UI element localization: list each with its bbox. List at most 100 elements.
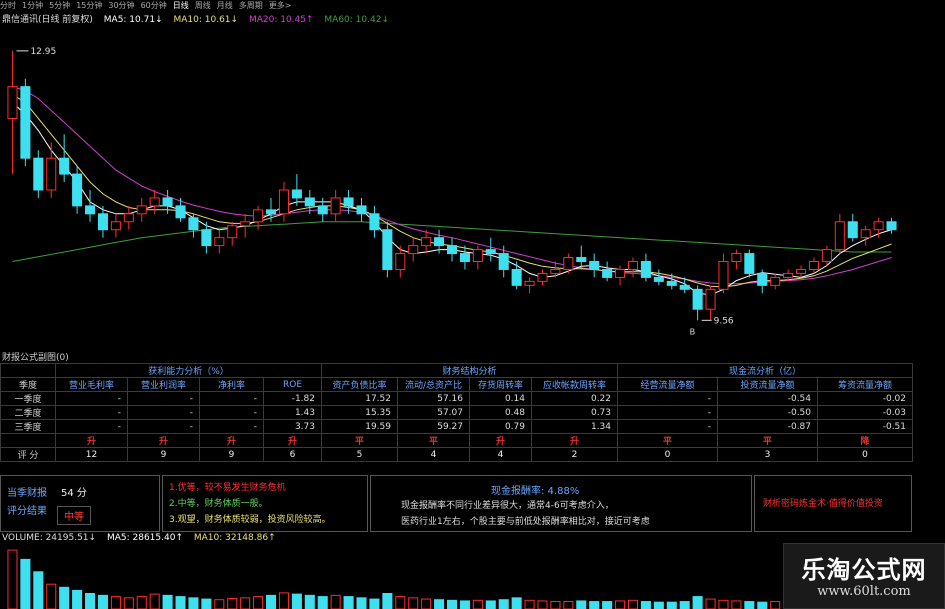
volume-bar xyxy=(653,601,664,609)
candle-body xyxy=(576,257,587,263)
column-header: 经营流量净额 xyxy=(617,377,719,392)
candle-body xyxy=(214,237,225,247)
candle-body xyxy=(343,197,354,207)
volume-bar xyxy=(421,598,432,609)
volume-bar xyxy=(537,600,548,609)
buy-marker: B xyxy=(690,327,696,336)
row-header-label: 季度 xyxy=(0,377,56,392)
volume-bar xyxy=(640,601,651,609)
period-tab[interactable]: 日线 xyxy=(173,1,189,10)
volume-bar xyxy=(149,593,160,609)
period-tab[interactable]: 1分钟 xyxy=(22,1,43,10)
period-tab[interactable]: 月线 xyxy=(217,1,233,10)
trend-cell: 平 xyxy=(397,433,470,448)
volume-bar xyxy=(175,596,186,609)
candlestick-chart[interactable]: 12.95 9.56 B xyxy=(0,25,912,347)
candle-body xyxy=(770,276,781,286)
column-header: 应收帐款周转率 xyxy=(530,377,619,392)
table-cell: - xyxy=(55,419,128,434)
ma60-label: MA60: 10.42↓ xyxy=(324,15,389,25)
volume-bar xyxy=(731,600,742,609)
table-row: 一季度 - - - -1.82 17.52 57.16 0.14 0.22- -0.54 -0.02 xyxy=(0,391,914,406)
volume-bar xyxy=(201,598,212,609)
candle-body xyxy=(149,197,160,207)
table-cell: - xyxy=(617,405,719,420)
volume-bar xyxy=(7,549,18,609)
period-tab[interactable]: 多周期 xyxy=(239,1,263,10)
table-cell: -0.03 xyxy=(817,405,914,420)
period-tab[interactable]: 15分钟 xyxy=(76,1,102,10)
table-row: 二季度 - - -1.43 15.35 57.07 0.48 0.73- -0.50 -0.03 xyxy=(0,405,914,420)
candle-body xyxy=(692,288,703,310)
vol-ma10-label: MA10: 32148.86↑ xyxy=(193,533,276,543)
table-cell: - xyxy=(127,419,200,434)
volume-bar xyxy=(434,599,445,609)
period-tab[interactable]: 分时 xyxy=(0,1,16,10)
candle-body xyxy=(317,205,328,215)
table-cell: - xyxy=(617,419,719,434)
volume-bar xyxy=(265,594,277,609)
volume-bar xyxy=(770,601,781,609)
candle-body xyxy=(356,205,367,215)
table-cell: - xyxy=(199,419,264,434)
volume-bar xyxy=(382,593,393,609)
candle-body xyxy=(240,221,251,227)
candle-body xyxy=(382,229,393,270)
summary-area: 当季财报 54 分 评分结果 中等 1.优等，较不易发生财务危机 2.中等，财务… xyxy=(0,475,912,532)
score-cell: 12 xyxy=(55,447,128,462)
candle-body xyxy=(886,221,897,231)
column-header: 净利率 xyxy=(199,377,264,392)
period-tab[interactable]: 60分钟 xyxy=(141,1,167,10)
ma20-label: MA20: 10.45↑ xyxy=(248,15,314,25)
volume-bar xyxy=(459,600,470,609)
volume-bar xyxy=(136,596,147,609)
volume-bar xyxy=(97,594,108,609)
period-tab[interactable]: 更多> xyxy=(269,1,292,10)
candle-body xyxy=(459,253,470,263)
column-header: 流动/总资产比 xyxy=(397,377,470,392)
candle-body xyxy=(705,288,716,310)
period-tab[interactable]: 30分钟 xyxy=(108,1,134,10)
period-tab[interactable]: 周线 xyxy=(195,1,211,10)
rating-notes-box: 1.优等，较不易发生财务危机 2.中等，财务体质一般。 3.观望，财务体质较弱，… xyxy=(162,475,368,532)
ma5-label: MA5: 10.71↓ xyxy=(103,15,163,25)
volume-bar xyxy=(744,601,755,609)
volume-bar xyxy=(72,589,83,609)
ma10-label: MA10: 10.61↓ xyxy=(173,15,239,25)
table-cell: - xyxy=(127,391,200,406)
table-cell: 59.27 xyxy=(397,419,470,434)
volume-bar xyxy=(162,594,173,609)
candle-body xyxy=(446,245,458,255)
table-row: 三季度 - - -3.73 19.59 59.27 0.79 1.34- -0.87 -0.51 xyxy=(0,419,914,434)
trend-row: 升升升升平平升升平平降 xyxy=(0,433,914,448)
table-cell: - xyxy=(55,405,128,420)
volume-bar xyxy=(123,597,134,609)
total-label: 当季财报 xyxy=(7,488,47,499)
cash-line-2: 医药行业1左右，个股主要与前低处报酬率相比对，接近可考虑 xyxy=(401,517,650,527)
score-cell: 0 xyxy=(617,447,719,462)
column-header: 存货周转率 xyxy=(469,377,532,392)
quarter-label: 二季度 xyxy=(0,405,56,420)
trend-cell: 平 xyxy=(617,433,719,448)
low-price-label: 9.56 xyxy=(714,316,734,326)
volume-chart[interactable] xyxy=(0,545,912,609)
candle-body xyxy=(201,229,212,247)
column-header: 资产负债比率 xyxy=(321,377,398,392)
candle-body xyxy=(834,221,845,251)
score-cell: 9 xyxy=(199,447,264,462)
candle-body xyxy=(85,205,96,215)
volume-bar xyxy=(304,594,315,609)
score-cell: 6 xyxy=(263,447,322,462)
volume-bar xyxy=(627,599,639,609)
trend-cell: 平 xyxy=(321,433,398,448)
candle-body xyxy=(485,249,496,255)
candle-body xyxy=(589,261,600,270)
candle-body xyxy=(498,253,509,270)
score-row: 评 分 12 9 9 6 5 4 4 2 0 3 0 xyxy=(0,447,914,462)
table-cell: -1.82 xyxy=(263,391,322,406)
period-tab[interactable]: 5分钟 xyxy=(49,1,70,10)
candle-body xyxy=(46,157,57,191)
volume-bar xyxy=(408,597,419,609)
volume-bar xyxy=(227,597,238,609)
table-cell: 1.43 xyxy=(263,405,322,420)
